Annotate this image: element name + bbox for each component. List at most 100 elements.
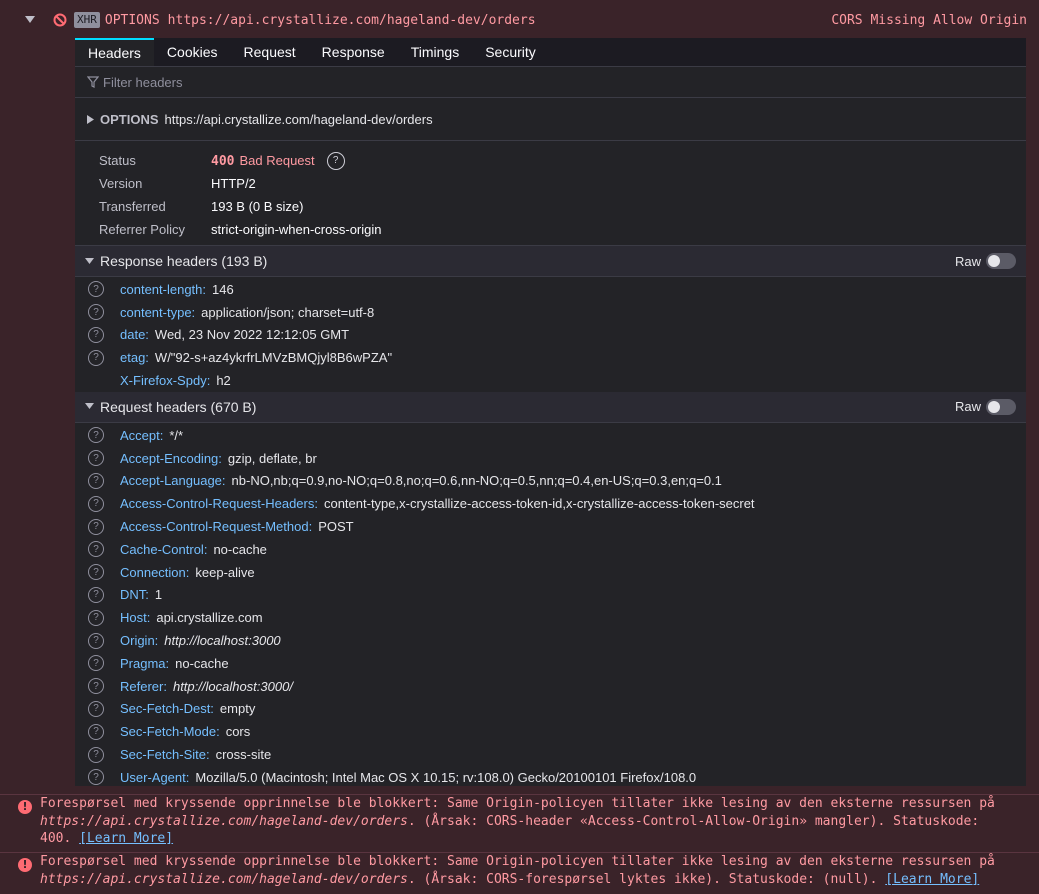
header-row[interactable]: ? Sec-Fetch-Dest: empty xyxy=(75,698,1026,721)
header-value: cross-site xyxy=(215,747,272,763)
header-row[interactable]: ? X-Firefox-Spdy: h2 xyxy=(75,369,1026,392)
tab-request[interactable]: Request xyxy=(231,38,309,66)
help-icon[interactable]: ? xyxy=(88,541,104,558)
header-name: Access-Control-Request-Method: xyxy=(120,519,313,535)
header-name: Accept-Language: xyxy=(120,473,226,489)
tab-response[interactable]: Response xyxy=(309,38,398,66)
help-icon[interactable]: ? xyxy=(88,586,104,603)
header-row[interactable]: ? DNT: 1 xyxy=(75,584,1026,607)
header-row[interactable]: ? Referer: http://localhost:3000/ xyxy=(75,675,1026,698)
header-row[interactable]: ? date: Wed, 23 Nov 2022 12:12:05 GMT xyxy=(75,324,1026,347)
summary-url: https://api.crystallize.com/hageland-dev… xyxy=(164,111,433,127)
status-code: 400 xyxy=(211,153,235,169)
help-icon[interactable]: ? xyxy=(88,281,104,298)
header-name: Connection: xyxy=(120,564,190,580)
response-headers-title: Response headers (193 B) xyxy=(100,253,268,269)
collapse-triangle-icon xyxy=(85,403,94,410)
header-row[interactable]: ? Pragma: no-cache xyxy=(75,652,1026,675)
collapse-triangle-icon[interactable] xyxy=(24,14,36,26)
help-icon[interactable]: ? xyxy=(88,326,104,343)
response-headers-toggle[interactable]: Response headers (193 B) Raw xyxy=(75,246,1026,277)
header-value: empty xyxy=(219,701,256,717)
error-url[interactable]: https://api.crystallize.com/hageland-dev… xyxy=(40,872,408,887)
network-request-row[interactable]: XHR OPTIONS https://api.crystallize.com/… xyxy=(0,0,1039,40)
header-value: 1 xyxy=(154,587,163,603)
header-row[interactable]: ? Accept: */* xyxy=(75,424,1026,447)
header-row[interactable]: ? Host: api.crystallize.com xyxy=(75,606,1026,629)
status-text: Bad Request xyxy=(239,152,315,168)
header-value: */* xyxy=(169,427,184,443)
header-row[interactable]: ? Access-Control-Request-Method: POST xyxy=(75,515,1026,538)
help-icon[interactable]: ? xyxy=(88,472,104,489)
header-row[interactable]: ? Origin: http://localhost:3000 xyxy=(75,629,1026,652)
help-icon[interactable]: ? xyxy=(88,564,104,581)
request-headers-toggle[interactable]: Request headers (670 B) Raw xyxy=(75,391,1026,423)
help-icon[interactable]: ? xyxy=(88,632,104,649)
help-icon[interactable]: ? xyxy=(88,427,104,444)
help-icon[interactable]: ? xyxy=(88,450,104,467)
header-row[interactable]: ? Access-Control-Request-Headers: content-… xyxy=(75,492,1026,515)
header-name: Sec-Fetch-Site: xyxy=(120,747,210,763)
help-icon[interactable]: ? xyxy=(88,304,104,321)
header-row[interactable]: ? Sec-Fetch-Mode: cors xyxy=(75,720,1026,743)
filter-headers-input[interactable]: Filter headers xyxy=(75,67,1026,98)
cors-error-label[interactable]: CORS Missing Allow Origin xyxy=(831,13,1027,28)
help-icon[interactable]: ? xyxy=(88,349,104,366)
help-icon[interactable]: ? xyxy=(88,723,104,740)
error-icon: ! xyxy=(18,800,32,814)
header-name: Host: xyxy=(120,610,151,626)
help-icon[interactable]: ? xyxy=(88,609,104,626)
request-summary[interactable]: OPTIONS https://api.crystallize.com/hage… xyxy=(75,98,1026,141)
header-row[interactable]: ? content-type: application/json; charset=… xyxy=(75,301,1026,324)
header-row[interactable]: ? Cache-Control: no-cache xyxy=(75,538,1026,561)
help-icon[interactable]: ? xyxy=(88,655,104,672)
header-value: gzip, deflate, br xyxy=(227,450,317,466)
tab-cookies[interactable]: Cookies xyxy=(154,38,231,66)
toggle-switch[interactable] xyxy=(986,253,1016,269)
response-headers-list: ? content-length: 146? content-type: applica… xyxy=(75,277,1026,392)
request-url[interactable]: https://api.crystallize.com/hageland-dev… xyxy=(168,13,536,28)
header-name: User-Agent: xyxy=(120,769,190,785)
raw-toggle-response[interactable]: Raw xyxy=(955,253,1016,269)
error-url[interactable]: https://api.crystallize.com/hageland-dev… xyxy=(40,814,408,829)
request-method: OPTIONS xyxy=(104,12,160,28)
help-icon[interactable]: ? xyxy=(88,746,104,763)
blocked-icon xyxy=(52,12,68,28)
header-value: application/json; charset=utf-8 xyxy=(201,304,375,320)
tab-headers[interactable]: Headers xyxy=(75,38,154,66)
header-value: content-type,x-crystallize-access-token-… xyxy=(323,496,755,512)
expand-triangle-icon[interactable] xyxy=(87,114,94,124)
header-row[interactable]: ? etag: W/"92-s+az4ykrfrLMVzBMQjyl8B6wPZA" xyxy=(75,346,1026,369)
header-row[interactable]: ? Accept-Encoding: gzip, deflate, br xyxy=(75,447,1026,470)
help-icon[interactable]: ? xyxy=(88,495,104,512)
help-icon[interactable]: ? xyxy=(88,678,104,695)
header-row[interactable]: ? Accept-Language: nb-NO,nb;q=0.9,no-NO;q=… xyxy=(75,470,1026,493)
tab-timings[interactable]: Timings xyxy=(398,38,473,66)
tab-security[interactable]: Security xyxy=(472,38,549,66)
header-name: Sec-Fetch-Dest: xyxy=(120,701,214,717)
help-icon[interactable]: ? xyxy=(326,151,345,170)
help-icon[interactable]: ? xyxy=(88,700,104,717)
learn-more-link[interactable]: [Learn More] xyxy=(885,872,979,887)
header-row[interactable]: ? Sec-Fetch-Site: cross-site xyxy=(75,743,1026,766)
learn-more-link[interactable]: [Learn More] xyxy=(79,831,173,846)
request-headers-title: Request headers (670 B) xyxy=(100,398,257,415)
raw-toggle-request[interactable]: Raw xyxy=(955,398,1016,415)
toggle-switch[interactable] xyxy=(986,398,1016,415)
header-name: date: xyxy=(120,327,149,343)
request-type-badge: XHR xyxy=(74,12,100,28)
header-row[interactable]: ? User-Agent: Mozilla/5.0 (Macintosh; Inte… xyxy=(75,766,1026,786)
header-row[interactable]: ? Connection: keep-alive xyxy=(75,561,1026,584)
header-name: Sec-Fetch-Mode: xyxy=(120,724,220,740)
request-headers-list: ? Accept: */*? Accept-Encoding: gzip, deflat… xyxy=(75,423,1026,786)
header-value: 146 xyxy=(212,281,234,297)
help-icon[interactable]: ? xyxy=(88,518,104,535)
meta-version: Version HTTP/2 xyxy=(99,176,256,191)
help-icon[interactable]: ? xyxy=(88,769,104,786)
request-details-panel: Headers Cookies Request Response Timings… xyxy=(75,38,1026,786)
header-value: Wed, 23 Nov 2022 12:12:05 GMT xyxy=(154,327,350,343)
header-row[interactable]: ? content-length: 146 xyxy=(75,278,1026,301)
header-value: POST xyxy=(318,519,354,535)
header-name: Accept-Encoding: xyxy=(120,450,222,466)
details-tabs: Headers Cookies Request Response Timings… xyxy=(75,38,1026,67)
